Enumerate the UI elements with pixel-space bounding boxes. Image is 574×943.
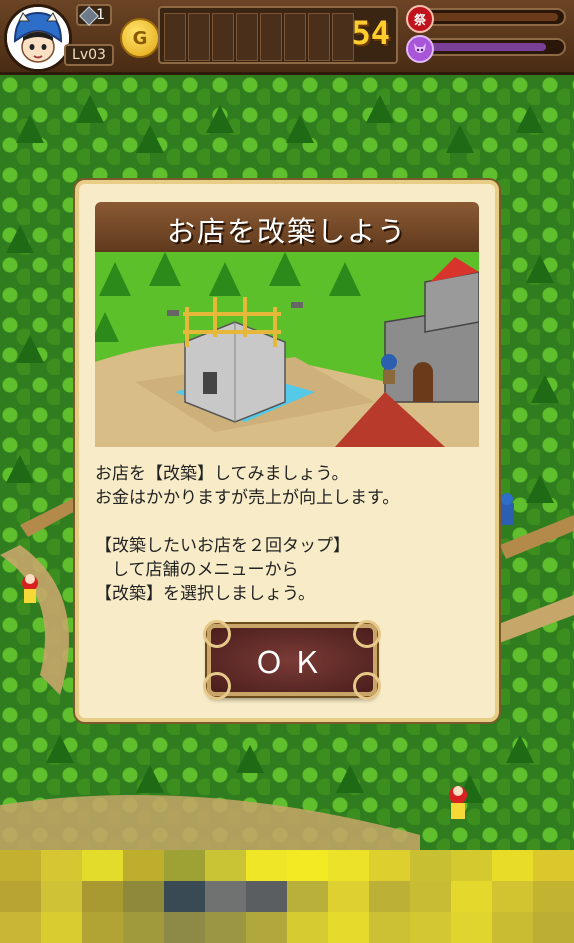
- gold-slot: [188, 13, 210, 61]
- dialog-message: お店を【改築】してみましょう。 お金はかかりますが売上が向上します。 【改築した…: [95, 462, 479, 606]
- top-hud: 1 Lv03 G 54 祭: [0, 0, 574, 75]
- dialog-line: [95, 510, 479, 534]
- gold-value: 54: [351, 14, 390, 52]
- gold-slot: [260, 13, 282, 61]
- dialog-line: お店を【改築】してみましょう。: [95, 464, 349, 484]
- gold-slot: [164, 13, 186, 61]
- dialog-line: お金はかかりますが売上が向上します。: [95, 488, 400, 508]
- corner-ornament-icon: [203, 672, 231, 700]
- gold-slot: [308, 13, 330, 61]
- dialog-line: 【改築したいお店を２回タップ】: [95, 536, 350, 556]
- player-level: Lv03: [64, 44, 114, 66]
- renovation-illustration: [95, 252, 479, 447]
- corner-ornament-icon: [203, 620, 231, 648]
- festival-label: 祭: [413, 12, 426, 27]
- item-count-badge: 1: [76, 4, 112, 26]
- corner-ornament-icon: [353, 672, 381, 700]
- demon-icon: [406, 35, 434, 63]
- festival-meter: 祭: [406, 5, 566, 33]
- festival-icon: 祭: [406, 5, 434, 33]
- tutorial-dialog: お店を改築しよう お店を【改築】してみましょう。 お金はかかりますが売上が向上し…: [75, 180, 499, 722]
- dialog-title-bar: お店を改築しよう: [95, 202, 479, 258]
- dialog-title: お店を改築しよう: [166, 215, 407, 248]
- demon-meter-fill: [426, 43, 546, 51]
- player-avatar[interactable]: [4, 4, 72, 72]
- pixelated-ad-banner[interactable]: [0, 850, 574, 943]
- gold-slot: [236, 13, 258, 61]
- renovation-scene-icon: [95, 252, 479, 447]
- dialog-line: して店舗のメニューから: [95, 560, 299, 580]
- dialog-line: 【改築】を選択しましょう。: [95, 584, 315, 604]
- demon-meter: [406, 35, 566, 63]
- gold-slot: [284, 13, 306, 61]
- ok-button[interactable]: ＯＫ: [203, 620, 381, 700]
- gold-coin-icon: G: [120, 18, 160, 58]
- player-face-icon: [7, 7, 69, 69]
- corner-ornament-icon: [353, 620, 381, 648]
- gold-counter: 54: [158, 6, 398, 64]
- festival-meter-fill: [426, 13, 558, 21]
- gold-slot: [212, 13, 234, 61]
- ok-button-label: ＯＫ: [254, 646, 330, 681]
- coin-letter: G: [132, 27, 148, 49]
